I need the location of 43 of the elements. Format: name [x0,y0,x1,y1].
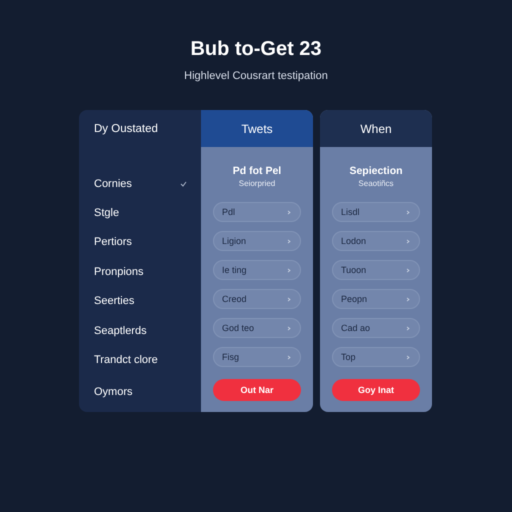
plan-tab[interactable]: Twets [201,110,313,147]
chevron-icon [287,354,292,360]
feature-label: Oymors [94,386,132,398]
plan-name: Pd fot Pel [232,165,282,177]
dropdown-field[interactable]: Lisdl [332,202,420,222]
feature-label: Trandct clore [94,354,158,366]
dropdown-field[interactable]: Tuoon [332,260,420,280]
chevron-icon [287,238,292,244]
dropdown-field[interactable]: Creod [213,289,301,309]
plan-name: Sepiection [349,165,403,177]
feature-heading: Dy Oustated [93,122,159,136]
chevron-icon [406,296,411,302]
dropdown-field[interactable]: Fisg [213,347,301,367]
chevron-icon [406,268,411,272]
chevron-icon [406,354,411,360]
dropdown-field[interactable]: Ie ting [213,260,301,280]
dropdown-field[interactable]: Top [332,347,420,367]
chevron-icon [287,296,292,302]
chevron-icon [406,326,411,330]
plan-note: Seaotiñcs [358,179,394,188]
plan-button[interactable]: Goy Inat [332,379,420,401]
dropdown-field[interactable]: Pdl [213,202,301,222]
dropdown-field[interactable]: Lodon [332,231,420,251]
feature-label: Stgle [94,207,120,220]
feature-label: Cornies [94,178,132,190]
dropdown-field[interactable]: Cad ao [332,318,420,338]
dropdown-field[interactable]: Peopn [332,289,420,309]
plan-button[interactable]: Out Nar [213,379,301,401]
chevron-icon [406,210,411,214]
feature-label: Pronpions [94,266,144,278]
feature-label: Pertiors [94,236,132,248]
chevron-icon [406,238,411,244]
dropdown-field[interactable]: Ligion [213,231,301,251]
page-subtitle: Highlevel Cousrart testipation [184,70,328,82]
feature-label: Seaptlerds [94,324,147,337]
chevron-icon [287,268,292,272]
plan-tab[interactable]: When [320,110,432,147]
chevron-icon [287,210,292,214]
plan-note: Seiorpried [238,179,276,188]
page-title: Bub to-Get 23 [190,38,322,61]
chevron-icon [287,326,292,330]
feature-label: Seerties [94,295,134,308]
dropdown-field[interactable]: God teo [213,318,301,338]
